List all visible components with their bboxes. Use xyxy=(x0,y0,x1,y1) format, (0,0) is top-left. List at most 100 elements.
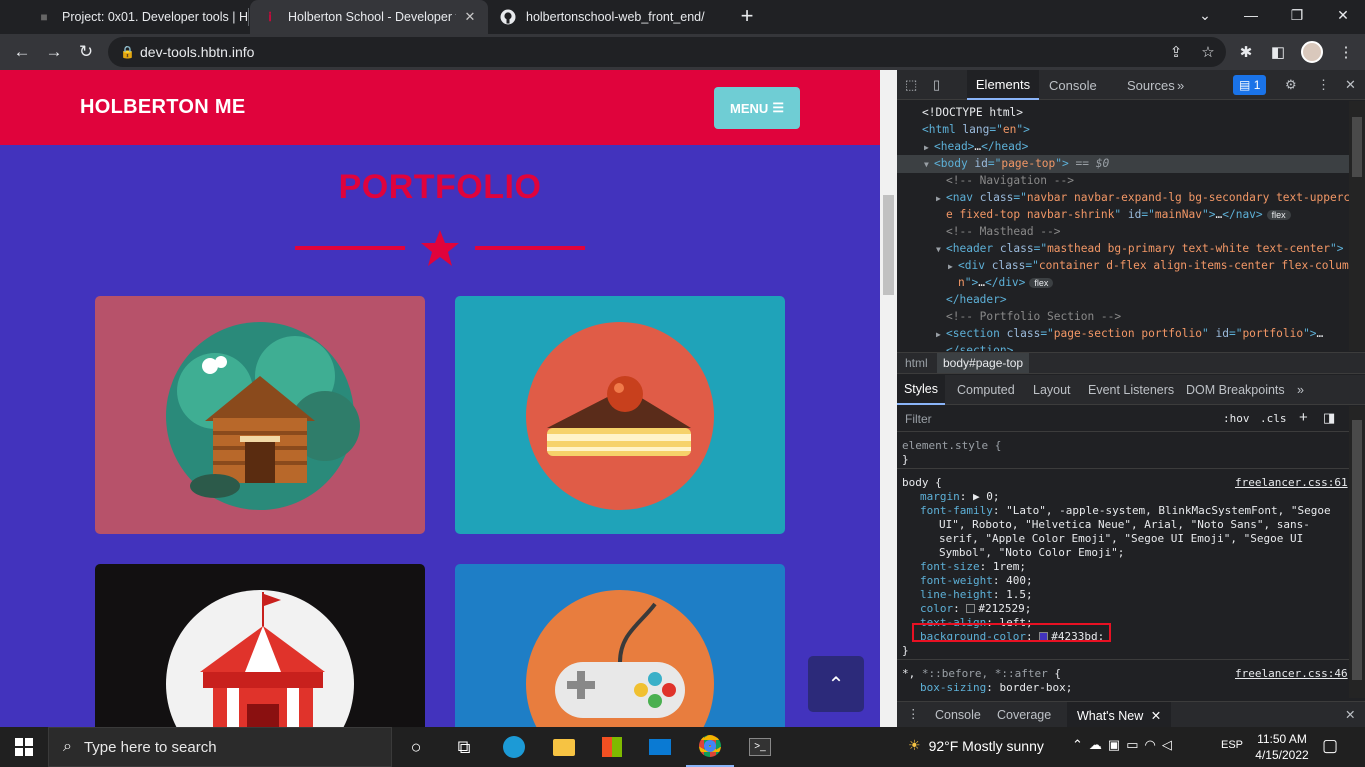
dom-node-line[interactable]: <!-- Portfolio Section --> xyxy=(897,308,1349,325)
css-prop-line[interactable]: serif, "Apple Color Emoji", "Segoe UI Em… xyxy=(939,532,1303,546)
drawer-tab-console[interactable]: Console xyxy=(935,708,981,722)
chrome-icon[interactable] xyxy=(686,727,734,767)
portfolio-item-circus[interactable] xyxy=(95,564,425,727)
tab-styles[interactable]: Styles xyxy=(897,375,945,405)
expand-arrow-icon[interactable]: ▼ xyxy=(924,156,934,173)
tab-dom-breakpoints[interactable]: DOM Breakpoints xyxy=(1186,375,1285,405)
css-prop-line[interactable]: color: #212529; xyxy=(920,602,1031,616)
close-devtools-icon[interactable]: ✕ xyxy=(1345,70,1356,100)
dom-node-line[interactable]: </header> xyxy=(897,291,1349,308)
dom-node-line[interactable]: <!-- Masthead --> xyxy=(897,223,1349,240)
dom-node-line[interactable]: ▼ <header class="masthead bg-primary text… xyxy=(897,240,1349,258)
file-explorer-icon[interactable] xyxy=(540,727,588,767)
store-icon[interactable] xyxy=(588,727,636,767)
css-prop-line[interactable]: line-height: 1.5; xyxy=(920,588,1033,602)
collapse-arrow-icon[interactable]: ▶ xyxy=(936,326,946,343)
dom-node-line[interactable]: <!DOCTYPE html> xyxy=(897,104,1349,121)
new-tab-button[interactable]: + xyxy=(734,4,760,30)
collapse-arrow-icon[interactable]: ▶ xyxy=(948,258,958,275)
back-button[interactable]: ← xyxy=(8,38,36,66)
breadcrumb-body[interactable]: body#page-top xyxy=(937,353,1030,373)
dom-node-line[interactable]: e fixed-top navbar-shrink" id="mainNav">… xyxy=(897,206,1349,224)
portfolio-item-cabin[interactable] xyxy=(95,296,425,534)
extensions-icon[interactable]: ✱ xyxy=(1232,38,1260,66)
bookmark-star-icon[interactable]: ☆ xyxy=(1194,38,1222,66)
weather-widget[interactable]: ☀ 92°F Mostly sunny xyxy=(908,737,1044,754)
navbar-brand[interactable]: HOLBERTON ME xyxy=(80,96,245,119)
css-prop-line[interactable]: font-size: 1rem; xyxy=(920,560,1026,574)
css-prop-line[interactable]: UI", Roboto, "Helvetica Neue", Arial, "N… xyxy=(939,518,1310,532)
portfolio-item-cake[interactable] xyxy=(455,296,785,534)
notification-icon[interactable]: ▢ xyxy=(1322,736,1338,756)
tab-event-listeners[interactable]: Event Listeners xyxy=(1088,375,1174,405)
tab-elements[interactable]: Elements xyxy=(967,70,1039,100)
styles-scrollbar[interactable] xyxy=(1349,406,1365,698)
more-tabs-icon[interactable]: » xyxy=(1177,70,1184,100)
tab-console[interactable]: Console xyxy=(1049,70,1097,100)
tab-github[interactable]: holbertonschool-web_front_end/ xyxy=(488,0,726,34)
flex-badge[interactable]: flex xyxy=(1266,210,1291,220)
menu-button[interactable]: MENU ☰ xyxy=(714,87,800,129)
inspect-element-icon[interactable]: ⬚ xyxy=(905,70,917,100)
flex-badge[interactable]: flex xyxy=(1029,278,1054,288)
page-scrollbar-thumb[interactable] xyxy=(883,195,894,295)
tab-holberton-devtools[interactable]: ⅰ Holberton School - Developer to ✕ xyxy=(250,0,488,34)
source-link-61[interactable]: freelancer.css:61 xyxy=(1235,476,1348,490)
minimize-button[interactable]: — xyxy=(1228,0,1274,30)
side-panel-icon[interactable]: ◧ xyxy=(1264,38,1292,66)
css-prop-line[interactable]: margin: ▶ 0; xyxy=(920,490,1000,504)
dom-node-line[interactable]: </section> xyxy=(897,342,1349,351)
dom-node-line[interactable]: ▶ <section class="page-section portfolio"… xyxy=(897,325,1349,343)
dom-tree[interactable]: <!DOCTYPE html> <html lang="en"> ▶ <head>…<… xyxy=(897,101,1349,351)
dom-scrollbar[interactable] xyxy=(1349,101,1365,351)
share-icon[interactable]: ⇪ xyxy=(1162,38,1190,66)
dom-node-line[interactable]: <html lang="en"> xyxy=(897,121,1349,138)
tab-computed[interactable]: Computed xyxy=(957,375,1015,405)
drawer-tab-coverage[interactable]: Coverage xyxy=(997,708,1051,722)
task-view-icon[interactable]: ⧉ xyxy=(440,727,488,767)
windows-start-icon[interactable] xyxy=(0,727,48,767)
more-menu-icon[interactable]: ⋮ xyxy=(1332,38,1360,66)
css-prop-line[interactable]: font-weight: 400; xyxy=(920,574,1033,588)
page-scrollbar[interactable] xyxy=(880,70,897,727)
close-window-button[interactable]: ✕ xyxy=(1320,0,1365,30)
chevron-down-icon[interactable]: ⌄ xyxy=(1182,0,1228,30)
restore-button[interactable]: ❐ xyxy=(1274,0,1320,30)
add-rule-icon[interactable]: + xyxy=(1299,409,1308,426)
more-tabs-icon[interactable]: » xyxy=(1297,375,1304,405)
color-swatch[interactable] xyxy=(966,604,976,613)
close-icon[interactable]: ✕ xyxy=(1151,709,1161,723)
filter-input[interactable]: Filter xyxy=(905,412,932,426)
cls-toggle[interactable]: .cls xyxy=(1260,412,1287,425)
styles-pane[interactable]: element.style { } body { freelancer.css:… xyxy=(897,432,1349,698)
source-link-46[interactable]: freelancer.css:46 xyxy=(1235,667,1348,681)
css-prop-line[interactable]: font-family: "Lato", -apple-system, Blin… xyxy=(920,504,1331,518)
dom-node-line[interactable]: ▶ <nav class="navbar navbar-expand-lg bg-… xyxy=(897,189,1349,207)
cortana-icon[interactable]: ○ xyxy=(392,727,440,767)
portfolio-item-game[interactable] xyxy=(455,564,785,727)
device-toolbar-icon[interactable]: ▯ xyxy=(933,70,940,100)
avatar[interactable] xyxy=(1298,38,1326,66)
clock[interactable]: 11:50 AM 4/15/2022 xyxy=(1250,731,1314,763)
css-prop-box-sizing[interactable]: box-sizing: border-box; xyxy=(920,681,1072,695)
drawer-menu-icon[interactable]: ⋮ xyxy=(907,706,920,721)
breadcrumb-html[interactable]: html xyxy=(905,356,928,370)
dom-node-line[interactable]: ▶ <head>…</head> xyxy=(897,138,1349,156)
scroll-to-top-button[interactable]: ⌃ xyxy=(808,656,864,712)
expand-arrow-icon[interactable]: ▼ xyxy=(936,241,946,258)
url-field[interactable]: 🔒 dev-tools.hbtn.info xyxy=(108,37,1226,67)
dom-node-line[interactable]: n">…</div> flex xyxy=(897,274,1349,292)
sidebar-toggle-icon[interactable]: ◨ xyxy=(1323,410,1335,426)
drawer-tab-whats-new[interactable]: What's New ✕ xyxy=(1067,702,1172,727)
taskbar-search[interactable]: ⌕ Type here to search xyxy=(48,727,392,767)
terminal-icon[interactable]: >_ xyxy=(736,727,784,767)
close-tab-icon[interactable]: ✕ xyxy=(462,9,478,25)
forward-button[interactable]: → xyxy=(40,38,68,66)
issues-badge[interactable]: ▤ 1 xyxy=(1233,75,1267,95)
hov-toggle[interactable]: :hov xyxy=(1223,412,1250,425)
reload-button[interactable]: ↻ xyxy=(72,38,100,66)
kebab-menu-icon[interactable]: ⋮ xyxy=(1317,70,1330,100)
collapse-arrow-icon[interactable]: ▶ xyxy=(924,139,934,156)
dom-node-line[interactable]: <!-- Navigation --> xyxy=(897,172,1349,189)
settings-gear-icon[interactable]: ⚙ xyxy=(1285,70,1297,100)
